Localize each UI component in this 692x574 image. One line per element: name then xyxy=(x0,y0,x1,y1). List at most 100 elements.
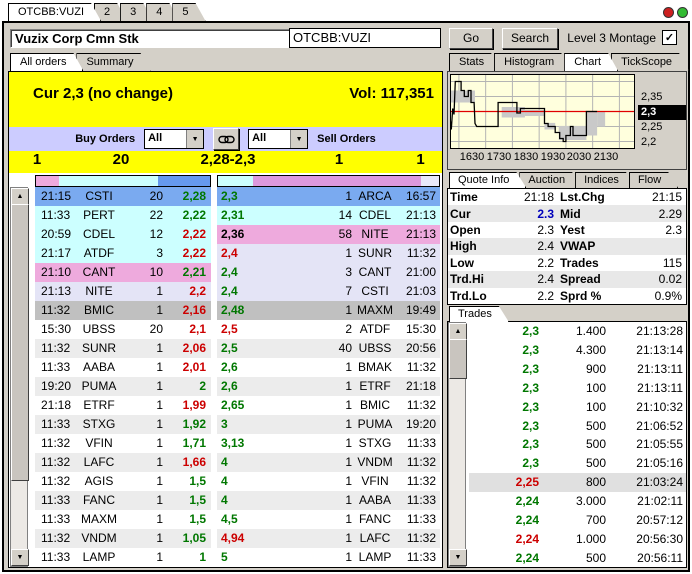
ask-row[interactable]: 31PUMA19:20 xyxy=(217,415,440,434)
montage-tab-all-orders[interactable]: All orders xyxy=(10,53,83,71)
sell-filter-select[interactable]: All ▼ xyxy=(248,129,308,149)
bid-row[interactable]: 11:33MAXM11,5 xyxy=(35,510,211,529)
trade-row[interactable]: 2,390021:13:11 xyxy=(469,360,686,379)
bid-row[interactable]: 21:18ETRF11,99 xyxy=(35,396,211,415)
trade-row[interactable]: 2,310021:13:11 xyxy=(469,379,686,398)
trade-row[interactable]: 2,31.40021:13:28 xyxy=(469,322,686,341)
ask-row[interactable]: 41AABA11:33 xyxy=(217,491,440,510)
link-filters-button[interactable] xyxy=(213,128,239,150)
quote-value: 2.3 xyxy=(500,207,558,221)
bid-row[interactable]: 11:32VNDM11,05 xyxy=(35,529,211,548)
panel-tab-chart[interactable]: Chart xyxy=(564,53,618,71)
ask-row[interactable]: 2,3658NITE21:13 xyxy=(217,225,440,244)
ask-row[interactable]: 2,47CSTI21:03 xyxy=(217,282,440,301)
bid-price: 1,92 xyxy=(163,415,211,434)
bid-row[interactable]: 11:32LAFC11,66 xyxy=(35,453,211,472)
ask-row[interactable]: 41VFIN11:32 xyxy=(217,472,440,491)
quote-tab-indices[interactable]: Indices xyxy=(575,172,636,188)
ask-row[interactable]: 4,941LAFC11:32 xyxy=(217,529,440,548)
level3-checkbox[interactable]: ✓ xyxy=(662,30,677,45)
panel-tab-stats[interactable]: Stats xyxy=(449,53,501,71)
bid-row[interactable]: 11:33AABA12,01 xyxy=(35,358,211,377)
go-button[interactable]: Go xyxy=(449,28,493,49)
ask-row[interactable]: 2,651BMIC11:32 xyxy=(217,396,440,415)
ask-row[interactable]: 2,41SUNR11:32 xyxy=(217,244,440,263)
trade-row[interactable]: 2,350021:06:52 xyxy=(469,416,686,435)
trade-row[interactable]: 2,241.00020:56:30 xyxy=(469,529,686,548)
trade-price: 2,3 xyxy=(469,400,539,414)
ask-row[interactable]: 4,51FANC11:33 xyxy=(217,510,440,529)
bid-mmid: SUNR xyxy=(75,339,123,358)
ask-row[interactable]: 2,52ATDF15:30 xyxy=(217,320,440,339)
window-tab-5[interactable]: 5 xyxy=(172,3,205,21)
bid-row[interactable]: 11:33FANC11,5 xyxy=(35,491,211,510)
panel-tab-tickscope[interactable]: TickScope xyxy=(611,53,689,71)
trade-time: 20:57:12 xyxy=(612,513,686,527)
bid-row[interactable]: 19:20PUMA12 xyxy=(35,377,211,396)
window-tab-otcbb-vuzi[interactable]: OTCBB:VUZI xyxy=(8,3,101,21)
bid-price: 2,06 xyxy=(163,339,211,358)
ask-size: 1 xyxy=(263,434,352,453)
ask-row[interactable]: 2,3114CDEL21:13 xyxy=(217,206,440,225)
symbol-input[interactable]: OTCBB:VUZI xyxy=(289,28,441,48)
chevron-down-icon[interactable]: ▼ xyxy=(290,130,307,148)
trade-row[interactable]: 2,350021:05:55 xyxy=(469,435,686,454)
chevron-down-icon[interactable]: ▼ xyxy=(186,130,203,148)
scroll-down-icon[interactable]: ▼ xyxy=(11,549,29,566)
ask-row[interactable]: 51LAMP11:33 xyxy=(217,548,440,567)
bid-row[interactable]: 21:15CSTI202,28 xyxy=(35,187,211,206)
search-button[interactable]: Search xyxy=(502,28,558,49)
ask-row[interactable]: 2,31ARCA16:57 xyxy=(217,187,440,206)
trade-row[interactable]: 2,2470020:57:12 xyxy=(469,510,686,529)
scroll-up-icon[interactable]: ▲ xyxy=(449,323,467,340)
bid-size: 1 xyxy=(123,491,163,510)
montage-panel: Cur 2,3 (no change) Vol: 117,351 Buy Ord… xyxy=(8,71,443,568)
ask-size: 1 xyxy=(263,187,352,206)
trade-row[interactable]: 2,310021:10:32 xyxy=(469,397,686,416)
trade-time: 21:02:11 xyxy=(612,494,686,508)
bid-row[interactable]: 20:59CDEL122,22 xyxy=(35,225,211,244)
bid-row[interactable]: 11:32AGIS11,5 xyxy=(35,472,211,491)
scroll-down-icon[interactable]: ▼ xyxy=(449,549,467,566)
panel-tab-histogram[interactable]: Histogram xyxy=(494,53,571,71)
book-scroll-thumb[interactable] xyxy=(11,204,29,481)
quote-row: Low2.2Trades115 xyxy=(448,255,686,271)
montage-tab-summary[interactable]: Summary xyxy=(76,53,150,71)
ask-mmid: VFIN xyxy=(352,472,398,491)
book-scrollbar[interactable]: ▲ ▼ xyxy=(10,187,28,567)
ask-row[interactable]: 3,131STXG11:33 xyxy=(217,434,440,453)
bid-row[interactable]: 21:10CANT102,21 xyxy=(35,263,211,282)
trade-row[interactable]: 2,350021:05:16 xyxy=(469,454,686,473)
ask-row[interactable]: 2,481MAXM19:49 xyxy=(217,301,440,320)
ask-row[interactable]: 2,540UBSS20:56 xyxy=(217,339,440,358)
bid-row[interactable]: 15:30UBSS202,1 xyxy=(35,320,211,339)
quote-tab-quote-info[interactable]: Quote Info xyxy=(449,172,526,188)
ask-row[interactable]: 2,61ETRF21:18 xyxy=(217,377,440,396)
bid-row[interactable]: 11:32SUNR12,06 xyxy=(35,339,211,358)
scroll-up-icon[interactable]: ▲ xyxy=(11,188,29,205)
trades-scrollbar[interactable]: ▲ ▼ xyxy=(448,322,466,567)
trades-scroll-thumb[interactable] xyxy=(449,339,467,379)
trades-tab-strip: Trades xyxy=(449,306,502,322)
ask-row[interactable]: 2,61BMAK11:32 xyxy=(217,358,440,377)
buy-filter-select[interactable]: All ▼ xyxy=(144,129,204,149)
trade-row[interactable]: 2,34.30021:13:14 xyxy=(469,341,686,360)
bid-row[interactable]: 11:33PERT222,22 xyxy=(35,206,211,225)
instrument-name: Vuzix Corp Cmn Stk xyxy=(10,29,290,48)
bid-row[interactable]: 21:13NITE12,2 xyxy=(35,282,211,301)
ask-time: 11:33 xyxy=(398,510,440,529)
bid-row[interactable]: 11:32VFIN11,71 xyxy=(35,434,211,453)
bid-row[interactable]: 11:33LAMP11 xyxy=(35,548,211,567)
ask-row[interactable]: 2,43CANT21:00 xyxy=(217,263,440,282)
trade-size: 500 xyxy=(539,437,612,451)
tab-trades[interactable]: Trades xyxy=(449,306,509,322)
quote-tab-auction[interactable]: Auction xyxy=(519,172,582,188)
bid-row[interactable]: 11:33STXG11,92 xyxy=(35,415,211,434)
trade-row[interactable]: 2,2580021:03:24 xyxy=(469,473,686,492)
trade-row[interactable]: 2,2450020:56:11 xyxy=(469,548,686,567)
bid-row[interactable]: 11:32BMIC12,16 xyxy=(35,301,211,320)
trade-row[interactable]: 2,243.00021:02:11 xyxy=(469,492,686,511)
ask-row[interactable]: 41VNDM11:32 xyxy=(217,453,440,472)
quote-tab-flow[interactable]: Flow xyxy=(629,172,678,188)
bid-row[interactable]: 21:17ATDF32,22 xyxy=(35,244,211,263)
